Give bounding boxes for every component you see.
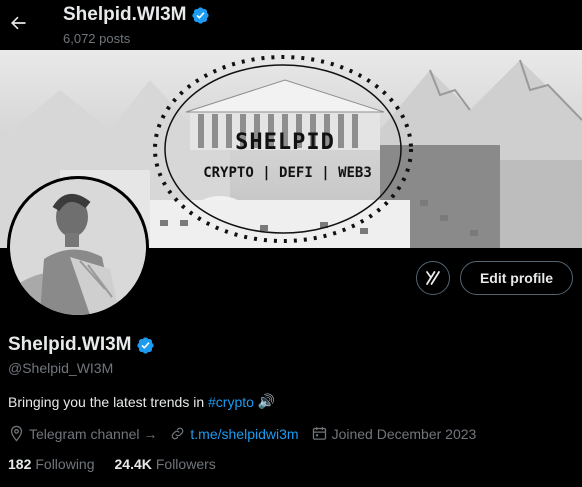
followers-count: 24.4K — [114, 456, 152, 472]
profile-bio: Bringing you the latest trends in #crypt… — [8, 393, 275, 410]
header-title: Shelpid.WI3M — [63, 3, 210, 27]
avatar-image — [10, 179, 146, 315]
back-button[interactable] — [6, 6, 30, 40]
website-link[interactable]: t.me/shelpidwi3m — [190, 426, 298, 442]
profile-stats: 182 Following 24.4K Followers — [8, 456, 236, 472]
profile-avatar[interactable] — [7, 176, 149, 318]
banner-tagline: CRYPTO | DEFI | WEB3 — [203, 165, 372, 181]
website-item[interactable]: t.me/shelpidwi3m — [169, 425, 299, 442]
location-pin-icon — [10, 425, 23, 442]
following-label: Following — [35, 456, 95, 472]
followers-link[interactable]: 24.4K Followers — [115, 456, 216, 472]
grok-button[interactable] — [416, 261, 450, 295]
verified-badge-icon — [191, 6, 209, 24]
calendar-icon — [312, 427, 326, 440]
followers-label: Followers — [155, 456, 216, 472]
edit-profile-button[interactable]: Edit profile — [460, 261, 573, 295]
bio-hashtag-link[interactable]: #crypto — [208, 394, 254, 410]
location-item: Telegram channel → — [8, 425, 157, 442]
link-icon — [172, 427, 184, 440]
arrow-left-icon — [11, 16, 26, 30]
bio-text: Bringing you the latest trends in — [8, 393, 209, 410]
verified-badge-icon[interactable] — [136, 336, 155, 355]
joined-item: Joined December 2023 — [311, 425, 477, 442]
grok-icon — [426, 271, 440, 285]
avatar-statue-image — [10, 179, 146, 315]
profile-name-row: Shelpid.WI3M — [8, 334, 155, 356]
following-count: 182 — [8, 456, 32, 472]
profile-handle: @Shelpid_WI3M — [8, 360, 114, 376]
header-title-block: Shelpid.WI3M 6,072 posts — [63, 3, 210, 46]
following-link[interactable]: 182 Following — [8, 456, 95, 472]
joined-text: Joined December 2023 — [331, 425, 477, 442]
banner-brand: SHELPID — [235, 130, 335, 155]
posts-count: 6,072 posts — [63, 31, 131, 46]
location-text: Telegram channel → — [29, 425, 158, 442]
profile-display-name: Shelpid.WI3M — [8, 334, 132, 355]
profile-meta: Telegram channel → t.me/shelpidwi3m Join… — [8, 425, 488, 442]
profile-header: Shelpid.WI3M 6,072 posts — [0, 0, 582, 50]
bio-speaker-emoji: 🔊 — [253, 393, 276, 409]
header-display-name: Shelpid.WI3M — [63, 4, 187, 25]
